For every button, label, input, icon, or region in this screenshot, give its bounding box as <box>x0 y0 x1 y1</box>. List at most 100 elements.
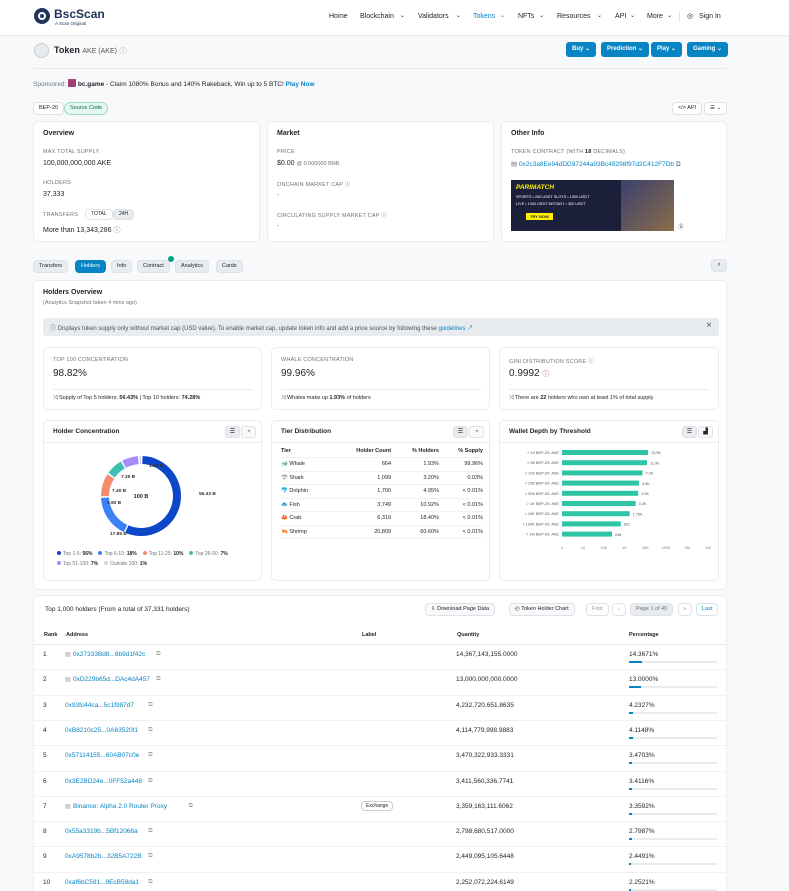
row-divider <box>33 770 727 772</box>
prediction-button[interactable]: Prediction ⌄ <box>601 42 650 57</box>
depth-bar[interactable] <box>562 511 630 517</box>
brand-name[interactable]: BscScan <box>54 7 105 21</box>
depth-bar[interactable] <box>562 521 621 527</box>
legend-pct: 10% <box>173 551 184 557</box>
legend-item[interactable]: Outside 100: 1% <box>104 559 147 569</box>
holder-concentration-panel: Holder Concentration ☰ ◔ 56.43 B 17.85 B 9… <box>43 420 262 581</box>
legend-item[interactable]: Top 26-50: 7% <box>189 549 228 559</box>
copy-icon[interactable]: ⧉ <box>148 879 152 886</box>
more-options-button[interactable]: ☰ ⌄ <box>704 102 728 115</box>
tab-analytics[interactable]: Analytics <box>175 260 210 273</box>
buy-button[interactable]: Buy ⌄ <box>566 42 597 57</box>
depth-bar[interactable] <box>562 470 643 476</box>
legend-item[interactable]: Top 11-25: 10% <box>142 549 184 559</box>
next-page-button[interactable]: › <box>678 603 692 616</box>
tab-holders[interactable]: Holders <box>75 260 106 273</box>
slice-label: 1.18 B <box>149 463 164 469</box>
search-button[interactable]: ⌕ <box>711 259 727 272</box>
gaming-button[interactable]: Gaming ⌄ <box>687 42 729 57</box>
nav-sign-in[interactable]: Sign In <box>699 13 721 20</box>
copy-icon[interactable]: ⧉ <box>676 161 681 168</box>
donut-slice[interactable] <box>101 474 115 497</box>
nav-home[interactable]: Home <box>329 13 348 20</box>
copy-icon[interactable]: ⧉ <box>156 676 160 683</box>
address-link[interactable]: 0xaf6bC591...9EcB59da1 <box>65 879 139 886</box>
transfers-count: More than 13,343,286 <box>43 227 112 234</box>
tab-cards[interactable]: Cards <box>216 260 243 273</box>
nav-more[interactable]: More <box>647 13 663 20</box>
chart-view-button[interactable]: ▟ <box>698 426 713 438</box>
legend-name: Top 1-5: <box>63 551 83 557</box>
depth-bar[interactable] <box>562 450 649 455</box>
depth-bar[interactable] <box>562 531 612 537</box>
download-button[interactable]: ⇩ Download Page Data <box>425 603 496 616</box>
chart-view-button[interactable]: ◔ <box>469 426 484 438</box>
copy-icon[interactable]: ⧉ <box>189 803 193 810</box>
copy-icon[interactable]: ⧉ <box>148 702 152 709</box>
quantity-cell: 3,411,560,336.7741 <box>456 777 514 785</box>
prev-page-button[interactable]: ‹ <box>612 603 626 616</box>
contract-address-link[interactable]: 0x2c3a8Ee94dDD97244a93Bc48298f97d2C412F7… <box>519 161 674 168</box>
copy-icon[interactable]: ⧉ <box>156 651 160 658</box>
transfers-total-tab[interactable]: TOTAL <box>85 209 113 220</box>
address-link[interactable]: 0x55a3319b...5Bf12066a <box>65 828 138 835</box>
list-view-button[interactable]: ☰ <box>225 426 240 438</box>
tab-info[interactable]: Info <box>111 260 133 273</box>
list-view-button[interactable]: ☰ <box>453 426 468 438</box>
address-link[interactable]: Binance: Alpha 2.0 Router Proxy <box>73 803 167 810</box>
legend-item[interactable]: Top 51-100: 7% <box>57 559 98 569</box>
slice-label: 7.25 B <box>121 474 136 480</box>
close-icon[interactable]: × <box>706 320 712 331</box>
donut-slice[interactable] <box>108 461 126 478</box>
contract-address: ▤ 0x2c3a8Ee94dDD97244a93Bc48298f97d2C412… <box>511 160 680 169</box>
depth-bar[interactable] <box>562 501 636 506</box>
address-link[interactable]: 0x3E2BD24e...0FF52a448 <box>65 778 142 785</box>
donut-slice[interactable] <box>122 456 139 468</box>
address-link[interactable]: 0x57114155...60AB07c0e <box>65 752 139 759</box>
copy-icon[interactable]: ⧉ <box>148 752 152 759</box>
sponsor-name[interactable]: bc.game <box>78 81 104 88</box>
last-page-button[interactable]: Last <box>696 603 719 616</box>
address-link[interactable]: 0xA9578b2b...32B5A722B <box>65 853 142 860</box>
depth-bar[interactable] <box>562 480 639 486</box>
nav-tokens[interactable]: Tokens <box>473 13 495 20</box>
first-page-button[interactable]: First <box>586 603 609 616</box>
copy-icon[interactable]: ⧉ <box>148 853 152 860</box>
address-link[interactable]: 0x93fc44ca...5c1f987d7 <box>65 702 134 709</box>
ad-cta[interactable]: TRY NOW <box>526 213 553 220</box>
guidelines-link[interactable]: guidelines <box>438 326 465 332</box>
tab-transfers[interactable]: Transfers <box>33 260 69 273</box>
notice-bar: ⓘ Displays token supply only without mar… <box>43 318 719 336</box>
info-icon: ⓘ <box>119 48 127 55</box>
nav-resources[interactable]: Resources <box>557 13 590 20</box>
nav-validators[interactable]: Validators <box>418 13 449 20</box>
ad-info-icon[interactable]: Ⓑ <box>678 222 684 231</box>
nav-nfts[interactable]: NFTs <box>518 13 534 20</box>
depth-bar[interactable] <box>562 460 648 466</box>
tier-row: 🦐 Shrimp 20,809 60.60% < 0.01% <box>281 525 483 539</box>
nav-api[interactable]: API <box>615 13 626 20</box>
copy-icon[interactable]: ⧉ <box>148 778 152 785</box>
legend-item[interactable]: Top 6-10: 18% <box>98 549 137 559</box>
list-icon: ☰ <box>710 105 715 111</box>
address-link[interactable]: 0x27333Bd8...6b9d1f42c <box>73 651 145 658</box>
list-view-button[interactable]: ☰ <box>682 426 697 438</box>
address-link[interactable]: 0xD229b65d...DAc4dA457 <box>73 676 150 683</box>
address-link[interactable]: 0xB8210c25...0A63520f1 <box>65 727 138 734</box>
chart-view-button[interactable]: ◔ <box>241 426 256 438</box>
x-tick-label: 10K <box>642 546 649 550</box>
stat-footer-c: | Top 10 holders: <box>138 395 182 401</box>
depth-bar[interactable] <box>562 490 639 496</box>
sponsor-link[interactable]: Play Now <box>286 81 315 88</box>
play-button[interactable]: Play ⌄ <box>651 42 683 57</box>
holder-chart-button[interactable]: ◴ Token Holder Chart <box>509 603 575 616</box>
copy-icon[interactable]: ⧉ <box>148 727 152 734</box>
api-button[interactable]: </> API <box>672 102 703 115</box>
parimatch-ad[interactable]: PARIMATCH SPORTS • 200 USDT SLOTS • 1300… <box>511 180 674 231</box>
copy-icon[interactable]: ⧉ <box>148 828 152 835</box>
nav-blockchain[interactable]: Blockchain <box>360 13 394 20</box>
transfers-24h-tab[interactable]: 24H <box>113 209 135 220</box>
source-code-badge[interactable]: Source Code <box>64 102 109 115</box>
legend-item[interactable]: Top 1-5: 56% <box>57 549 92 559</box>
tab-contract[interactable]: Contract <box>137 260 170 273</box>
